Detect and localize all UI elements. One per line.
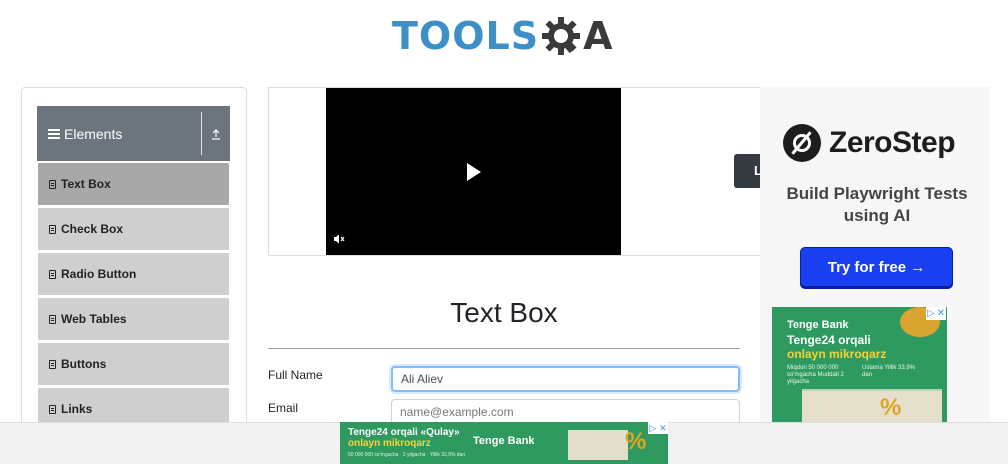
zerostep-brand-row: ZeroStep xyxy=(783,124,956,162)
logo-a-text: A xyxy=(583,14,613,58)
money-image xyxy=(568,430,628,460)
document-icon xyxy=(49,359,56,369)
video-player[interactable] xyxy=(326,88,621,255)
money-image xyxy=(802,389,942,423)
percent-symbol: % xyxy=(625,428,647,455)
zerostep-tagline: Build Playwright Tests using AI xyxy=(786,184,968,225)
tenge-ad-headline-line1: Tenge24 orqali xyxy=(787,333,871,347)
percent-symbol: % xyxy=(880,394,902,421)
gear-q-icon xyxy=(542,17,581,55)
tenge-ad-headline-line2: onlayn mikroqarz xyxy=(787,347,887,361)
sidebar-item-text-box[interactable]: Text Box xyxy=(37,161,230,206)
tenge-ad-detail-right: Ustama Yillik 33,9% dan xyxy=(862,365,916,378)
sidebar-item-web-tables[interactable]: Web Tables xyxy=(37,296,230,341)
bottom-ad-brand: Tenge Bank xyxy=(473,435,535,447)
bottom-ad-detail: 50 000 000 so'mgacha · 2 yilgacha · Yill… xyxy=(348,452,466,458)
title-divider xyxy=(268,348,740,349)
zerostep-brand-name: ZeroStep xyxy=(829,126,956,159)
toolsqa-logo[interactable]: TOOLS A xyxy=(392,10,622,62)
document-icon xyxy=(49,314,56,324)
bottom-ad-close-icon[interactable]: ▷ ✕ xyxy=(648,422,668,434)
try-for-free-button[interactable]: Try for free → xyxy=(800,247,953,287)
email-label: Email xyxy=(268,401,299,415)
collapse-arrow-icon[interactable] xyxy=(201,112,230,155)
hamburger-icon xyxy=(48,128,60,139)
play-icon[interactable] xyxy=(467,163,481,181)
sidebar-item-label: Buttons xyxy=(61,357,107,371)
sidebar-item-check-box[interactable]: Check Box xyxy=(37,206,230,251)
sidebar: Elements Text Box Check Box Radio Button… xyxy=(21,87,247,464)
tenge-bank-ad[interactable]: Tenge Bank Tenge24 orqali onlayn mikroqa… xyxy=(772,307,947,423)
logo-tools-text: TOOLS xyxy=(392,14,540,58)
sidebar-item-buttons[interactable]: Buttons xyxy=(37,341,230,386)
sidebar-item-label: Radio Button xyxy=(61,267,137,281)
page-title: Text Box xyxy=(450,297,558,328)
ad-close-icon[interactable]: ▷ ✕ xyxy=(926,307,946,320)
close-icon[interactable]: ✕ xyxy=(659,423,667,434)
bottom-ad-headline-line1: Tenge24 orqali «Qulay» xyxy=(348,427,460,438)
ad-info-icon[interactable]: ▷ xyxy=(649,423,656,434)
mute-icon[interactable] xyxy=(333,233,345,245)
sidebar-item-label: Links xyxy=(61,402,93,416)
sidebar-item-label: Check Box xyxy=(61,222,124,236)
bottom-ad-headline: Tenge24 orqali «Qulay» onlayn mikroqarz xyxy=(348,427,460,449)
sidebar-item-label: Text Box xyxy=(61,177,111,191)
bottom-tenge-ad[interactable]: Tenge24 orqali «Qulay» onlayn mikroqarz … xyxy=(340,422,668,464)
sidebar-item-label: Web Tables xyxy=(61,312,127,326)
group-title: Elements xyxy=(64,125,123,142)
elements-group-header[interactable]: Elements xyxy=(37,106,230,161)
tenge-ad-headline: Tenge24 orqali onlayn mikroqarz xyxy=(787,333,886,361)
close-icon[interactable]: ✕ xyxy=(937,308,945,319)
document-icon xyxy=(49,224,56,234)
document-icon xyxy=(49,269,56,279)
bottom-ad-headline-line2: onlayn mikroqarz xyxy=(348,438,431,449)
zerostep-logo-icon xyxy=(783,124,821,162)
full-name-label: Full Name xyxy=(268,368,323,382)
full-name-input[interactable] xyxy=(391,366,740,392)
document-icon xyxy=(49,179,56,189)
tenge-ad-detail-left: Miqdori 50 000 000 so'mgacha Muddati 2 y… xyxy=(787,365,844,385)
document-icon xyxy=(49,404,56,414)
tenge-bank-brand: Tenge Bank xyxy=(787,319,849,331)
sidebar-item-radio-button[interactable]: Radio Button xyxy=(37,251,230,296)
elements-menu-list: Text Box Check Box Radio Button Web Tabl… xyxy=(37,161,230,431)
ad-info-icon[interactable]: ▷ xyxy=(927,308,935,319)
